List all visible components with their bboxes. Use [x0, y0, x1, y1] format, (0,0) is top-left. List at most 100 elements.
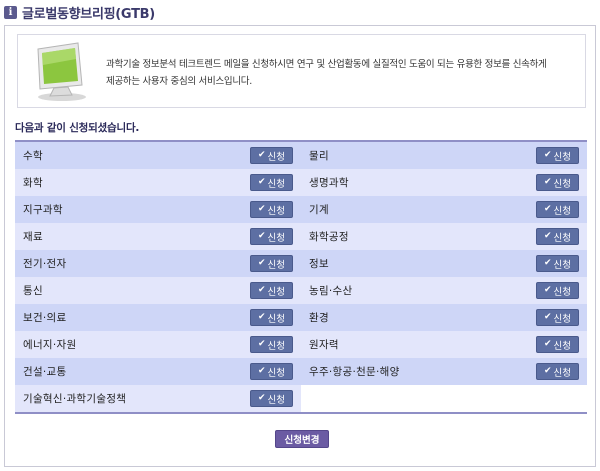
apply-button[interactable]: ✔ 신청 — [536, 174, 579, 191]
intro-line-1: 과학기술 정보분석 테크트렌드 메일을 신청하시면 연구 및 산업활동에 실질적… — [106, 59, 547, 70]
category-label: 전기·전자 — [23, 258, 67, 270]
change-subscription-button[interactable]: 신청변경 — [275, 430, 329, 448]
page-header: i 글로벌동향브리핑(GTB) — [4, 2, 155, 22]
check-icon: ✔ — [257, 204, 266, 214]
check-icon: ✔ — [257, 339, 266, 349]
apply-button[interactable]: ✔ 신청 — [250, 201, 293, 218]
category-label: 보건·의료 — [23, 312, 67, 324]
category-cell: 기계 ✔ 신청 — [301, 196, 587, 223]
category-cell: 농림·수산 ✔ 신청 — [301, 277, 587, 304]
apply-button[interactable]: ✔ 신청 — [536, 255, 579, 272]
apply-button[interactable]: ✔ 신청 — [536, 336, 579, 353]
apply-label: 신청 — [267, 340, 286, 352]
check-icon: ✔ — [543, 258, 552, 268]
subscribed-heading: 다음과 같이 신청되셨습니다. — [15, 122, 140, 134]
check-icon: ✔ — [543, 312, 552, 322]
apply-button[interactable]: ✔ 신청 — [250, 390, 293, 407]
category-label: 화학 — [23, 177, 43, 189]
intro-line-2: 제공하는 사용자 중심의 서비스입니다. — [106, 76, 252, 87]
apply-label: 신청 — [267, 313, 286, 325]
category-cell: 재료 ✔ 신청 — [15, 223, 301, 250]
category-cell: 물리 ✔ 신청 — [301, 142, 587, 169]
apply-button[interactable]: ✔ 신청 — [536, 282, 579, 299]
apply-button[interactable]: ✔ 신청 — [250, 363, 293, 380]
category-label: 수학 — [23, 150, 43, 162]
apply-label: 신청 — [267, 232, 286, 244]
apply-label: 신청 — [553, 205, 572, 217]
category-label: 환경 — [309, 312, 329, 324]
category-label: 우주·항공·천문·해양 — [309, 366, 400, 378]
subscription-panel: 과학기술 정보분석 테크트렌드 메일을 신청하시면 연구 및 산업활동에 실질적… — [4, 25, 596, 467]
category-label: 기술혁신·과학기술정책 — [23, 393, 127, 405]
apply-label: 신청 — [553, 178, 572, 190]
check-icon: ✔ — [257, 150, 266, 160]
category-label: 통신 — [23, 285, 43, 297]
category-cell: 생명과학 ✔ 신청 — [301, 169, 587, 196]
category-label: 지구과학 — [23, 204, 63, 216]
intro-description: 과학기술 정보분석 테크트렌드 메일을 신청하시면 연구 및 산업활동에 실질적… — [106, 56, 576, 90]
category-cell: 지구과학 ✔ 신청 — [15, 196, 301, 223]
category-label: 농림·수산 — [309, 285, 353, 297]
check-icon: ✔ — [543, 339, 552, 349]
check-icon: ✔ — [543, 231, 552, 241]
category-cell: 기술혁신·과학기술정책 ✔ 신청 — [15, 385, 301, 412]
apply-button[interactable]: ✔ 신청 — [536, 201, 579, 218]
apply-label: 신청 — [267, 205, 286, 217]
info-icon: i — [4, 5, 17, 19]
category-cell: 통신 ✔ 신청 — [15, 277, 301, 304]
check-icon: ✔ — [257, 312, 266, 322]
apply-button[interactable]: ✔ 신청 — [536, 228, 579, 245]
monitor-icon — [37, 42, 86, 101]
apply-label: 신청 — [553, 340, 572, 352]
table-row: 기술혁신·과학기술정책 ✔ 신청 — [15, 385, 587, 412]
check-icon: ✔ — [543, 150, 552, 160]
apply-button[interactable]: ✔ 신청 — [250, 147, 293, 164]
table-row: 화학 ✔ 신청 생명과학 ✔ 신청 — [15, 169, 587, 196]
apply-button[interactable]: ✔ 신청 — [250, 282, 293, 299]
apply-button[interactable]: ✔ 신청 — [250, 255, 293, 272]
table-row: 재료 ✔ 신청 화학공정 ✔ 신청 — [15, 223, 587, 250]
apply-label: 신청 — [553, 367, 572, 379]
apply-button[interactable]: ✔ 신청 — [250, 336, 293, 353]
category-cell: 보건·의료 ✔ 신청 — [15, 304, 301, 331]
check-icon: ✔ — [257, 366, 266, 376]
check-icon: ✔ — [257, 258, 266, 268]
apply-label: 신청 — [553, 232, 572, 244]
category-cell: 우주·항공·천문·해양 ✔ 신청 — [301, 358, 587, 385]
page-title: 글로벌동향브리핑(GTB) — [22, 6, 155, 22]
check-icon: ✔ — [543, 177, 552, 187]
category-label: 원자력 — [309, 339, 339, 351]
category-label: 생명과학 — [309, 177, 349, 189]
apply-label: 신청 — [267, 151, 286, 163]
apply-button[interactable]: ✔ 신청 — [250, 174, 293, 191]
check-icon: ✔ — [257, 177, 266, 187]
check-icon: ✔ — [543, 204, 552, 214]
category-cell: 건설·교통 ✔ 신청 — [15, 358, 301, 385]
category-cell: 화학 ✔ 신청 — [15, 169, 301, 196]
table-row: 건설·교통 ✔ 신청 우주·항공·천문·해양 ✔ 신청 — [15, 358, 587, 385]
apply-label: 신청 — [267, 286, 286, 298]
category-label: 재료 — [23, 231, 43, 243]
category-label: 화학공정 — [309, 231, 349, 243]
apply-button[interactable]: ✔ 신청 — [536, 147, 579, 164]
apply-label: 신청 — [267, 259, 286, 271]
apply-label: 신청 — [267, 394, 286, 406]
category-label: 에너지·자원 — [23, 339, 77, 351]
apply-label: 신청 — [267, 367, 286, 379]
apply-label: 신청 — [267, 178, 286, 190]
category-cell: 에너지·자원 ✔ 신청 — [15, 331, 301, 358]
table-row: 통신 ✔ 신청 농림·수산 ✔ 신청 — [15, 277, 587, 304]
apply-button[interactable]: ✔ 신청 — [536, 309, 579, 326]
category-label: 건설·교통 — [23, 366, 67, 378]
empty-cell — [301, 385, 587, 412]
category-cell: 화학공정 ✔ 신청 — [301, 223, 587, 250]
category-cell: 전기·전자 ✔ 신청 — [15, 250, 301, 277]
check-icon: ✔ — [543, 366, 552, 376]
check-icon: ✔ — [257, 393, 266, 403]
apply-button[interactable]: ✔ 신청 — [250, 309, 293, 326]
apply-button[interactable]: ✔ 신청 — [536, 363, 579, 380]
table-row: 수학 ✔ 신청 물리 ✔ 신청 — [15, 142, 587, 169]
category-cell: 환경 ✔ 신청 — [301, 304, 587, 331]
category-cell: 정보 ✔ 신청 — [301, 250, 587, 277]
apply-button[interactable]: ✔ 신청 — [250, 228, 293, 245]
